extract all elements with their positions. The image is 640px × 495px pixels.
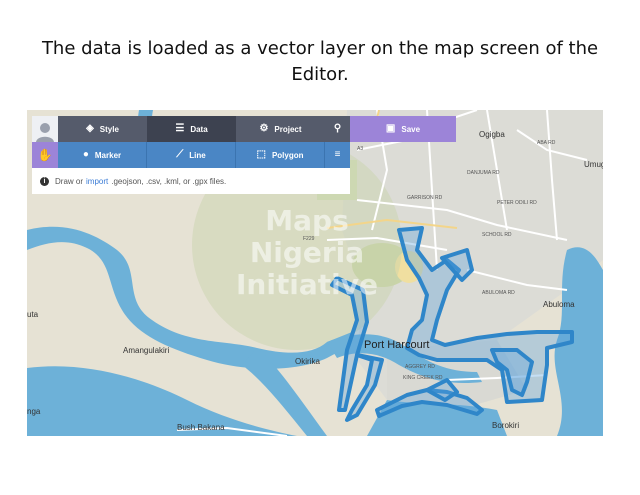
list-icon: ☰ bbox=[175, 123, 185, 134]
road-garrison-rd: GARRISON RD bbox=[407, 195, 443, 201]
draw-tip-suffix: .geojson, .csv, .kml, or .gpx files. bbox=[111, 176, 227, 186]
line-button[interactable]: ⟋ Line bbox=[147, 142, 236, 168]
avatar[interactable] bbox=[32, 116, 58, 142]
road-a3: A3 bbox=[357, 146, 364, 152]
marker-icon: ● bbox=[82, 149, 89, 160]
style-button[interactable]: ◈ Style bbox=[58, 116, 147, 142]
place-amangulakiri: Amangulakiri bbox=[123, 346, 170, 355]
road-danjuma-rd: DANJUMA RD bbox=[467, 170, 500, 176]
place-borokiri: Borokiri bbox=[492, 421, 520, 430]
polygon-button-label: Polygon bbox=[271, 150, 304, 160]
save-button-label: Save bbox=[401, 124, 421, 134]
project-button[interactable]: ⚙ Project bbox=[236, 116, 325, 142]
watermark-line-1: Maps bbox=[265, 204, 349, 237]
place-ogigba: Ogigba bbox=[479, 130, 505, 139]
search-button[interactable]: ⚲ bbox=[325, 116, 350, 142]
project-button-label: Project bbox=[274, 124, 302, 134]
polygon-button[interactable]: ⬚ Polygon bbox=[236, 142, 325, 168]
data-button-label: Data bbox=[190, 124, 208, 134]
road-king-creek-rd: KING CREEK RD bbox=[403, 375, 443, 381]
toolbar-row-2: ● Marker ⟋ Line ⬚ Polygon ≡ bbox=[58, 142, 350, 168]
line-button-label: Line bbox=[189, 150, 206, 160]
road-aba-rd: ABA RD bbox=[537, 140, 556, 146]
info-icon: i bbox=[40, 176, 49, 186]
road-abuloma-rd: ABULOMA RD bbox=[482, 290, 515, 296]
search-icon: ⚲ bbox=[333, 123, 342, 134]
gear-icon: ⚙ bbox=[259, 123, 269, 134]
draw-tip-prefix: Draw or bbox=[55, 176, 84, 186]
save-button[interactable]: ▣ Save bbox=[350, 116, 456, 142]
map-canvas[interactable]: Maps Nigeria Initiative Port Harcourt Am… bbox=[27, 110, 603, 436]
data-button[interactable]: ☰ Data bbox=[147, 116, 236, 142]
watermark: Maps Nigeria Initiative bbox=[232, 205, 382, 301]
polygon-icon: ⬚ bbox=[256, 149, 266, 160]
road-aggrey-rd: AGGREY RD bbox=[405, 364, 435, 370]
caption-line-2: Editor. bbox=[291, 64, 349, 85]
road-school-rd: SCHOOL RD bbox=[482, 232, 512, 238]
place-abuloma: Abuloma bbox=[543, 300, 575, 309]
line-icon: ⟋ bbox=[176, 149, 184, 160]
slide-caption: The data is loaded as a vector layer on … bbox=[0, 36, 640, 88]
toolbar-row-1: ◈ Style ☰ Data ⚙ Project ⚲ ▣ Save bbox=[58, 116, 456, 142]
place-uta: uta bbox=[27, 310, 39, 319]
place-umug: Umug bbox=[584, 160, 603, 169]
user-icon bbox=[36, 123, 54, 142]
draw-import-hint: i Draw or import .geojson, .csv, .kml, o… bbox=[32, 168, 350, 194]
road-peter-odili-rd: PETER ODILI RD bbox=[497, 200, 537, 206]
style-button-label: Style bbox=[99, 124, 119, 134]
menu-icon: ≡ bbox=[334, 149, 341, 160]
place-nga: nga bbox=[27, 407, 41, 416]
marker-button[interactable]: ● Marker bbox=[58, 142, 147, 168]
place-okirika: Okirika bbox=[295, 357, 320, 366]
menu-button[interactable]: ≡ bbox=[325, 142, 350, 168]
hand-icon[interactable]: ✋ bbox=[32, 142, 58, 168]
import-link[interactable]: import bbox=[86, 177, 108, 186]
save-icon: ▣ bbox=[385, 123, 396, 134]
caption-line-1: The data is loaded as a vector layer on … bbox=[41, 38, 599, 59]
road-f229: F229 bbox=[303, 236, 315, 242]
place-bush-bakana: Bush Bakana bbox=[177, 423, 225, 432]
paint-icon: ◈ bbox=[86, 123, 94, 134]
place-port-harcourt: Port Harcourt bbox=[364, 339, 430, 351]
watermark-line-3: Initiative bbox=[235, 268, 379, 301]
marker-button-label: Marker bbox=[94, 150, 122, 160]
